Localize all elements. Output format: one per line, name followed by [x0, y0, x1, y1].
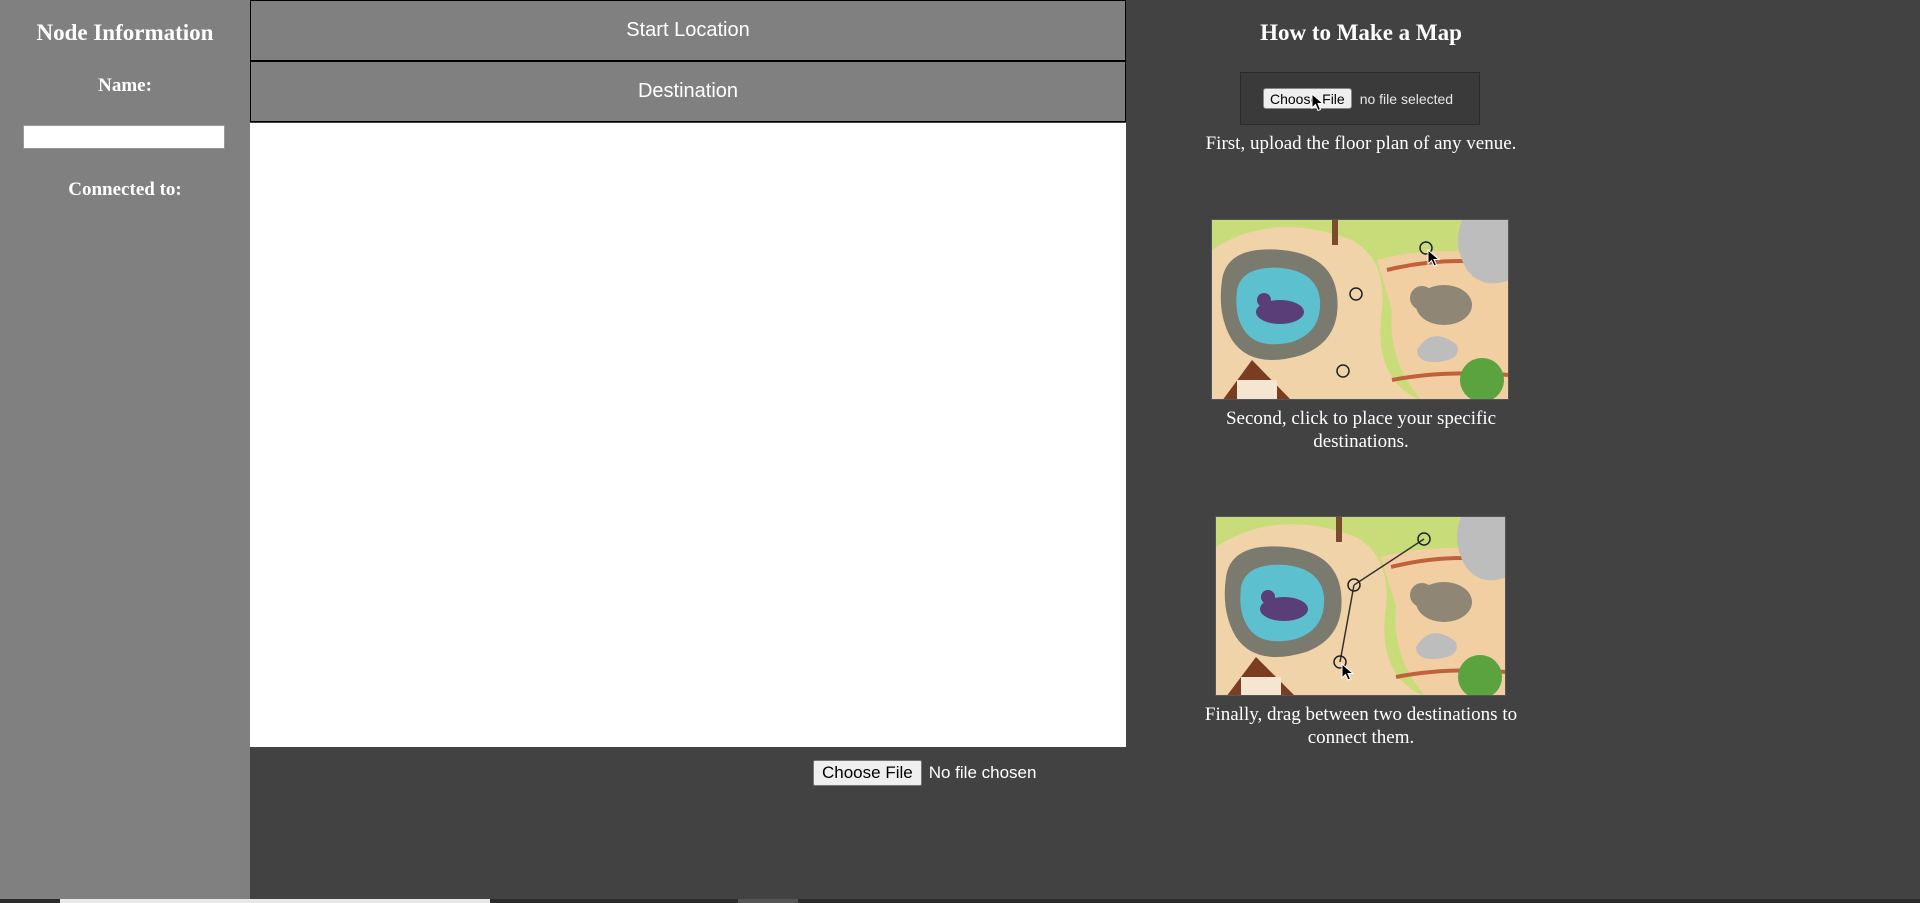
file-status-text: No file chosen: [928, 763, 1037, 782]
upload-demo-status: no file selected: [1359, 90, 1454, 107]
map-file-input: Choose File No file chosen: [813, 760, 1036, 786]
name-label: Name:: [98, 75, 152, 96]
connect-destinations-illustration: [1215, 516, 1506, 696]
start-location-button[interactable]: Start Location: [250, 0, 1126, 61]
node-name-input[interactable]: [23, 125, 225, 149]
help-panel: How to Make a Map Choose File no file se…: [1126, 0, 1596, 903]
step3-caption: Finally, drag between two destinations t…: [1204, 704, 1518, 748]
bottom-strip-light: [60, 899, 490, 903]
place-destinations-illustration: [1211, 219, 1509, 400]
bottom-strip: [0, 899, 1920, 903]
step2-caption: Second, click to place your specific des…: [1225, 408, 1497, 452]
upload-demo-button[interactable]: Choose File: [1263, 88, 1352, 109]
bottom-strip-mid: [738, 899, 798, 903]
node-info-title: Node Information: [36, 20, 214, 45]
map-canvas[interactable]: [250, 123, 1126, 747]
destination-button[interactable]: Destination: [250, 61, 1126, 122]
help-title: How to Make a Map: [1260, 20, 1462, 45]
upload-demo-box: Choose File no file selected: [1240, 72, 1480, 125]
connected-to-label: Connected to:: [68, 179, 182, 200]
mouse-cursor-icon: [1311, 93, 1325, 112]
choose-file-button[interactable]: Choose File: [813, 760, 922, 786]
node-info-sidebar: Node Information Name: Connected to:: [0, 0, 250, 903]
map-editor: Start Location Destination Choose File N…: [250, 0, 1126, 903]
step1-caption: First, upload the floor plan of any venu…: [1205, 133, 1517, 154]
